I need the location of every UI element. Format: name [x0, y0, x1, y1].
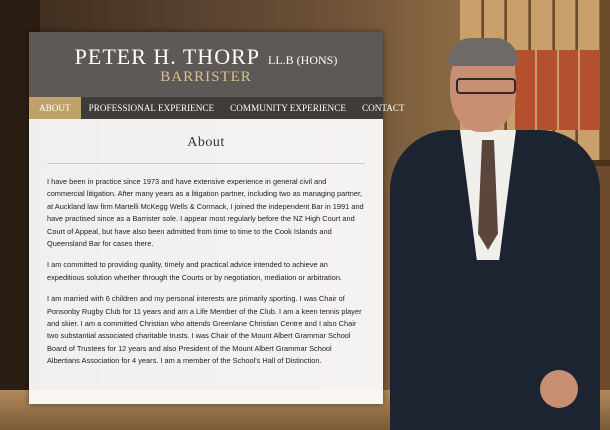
- about-paragraph-practice: I have been in practice since 1973 and h…: [47, 177, 364, 249]
- about-paragraph-commitment: I am committed to providing quality, tim…: [47, 260, 342, 282]
- nav-item-contact[interactable]: CONTACT: [354, 97, 413, 119]
- person-glasses: [456, 78, 516, 94]
- site-title-row: PETER H. THORP LL.B (HONS): [29, 32, 383, 70]
- main-nav: ABOUT PROFESSIONAL EXPERIENCE COMMUNITY …: [29, 97, 405, 119]
- content-panel: PETER H. THORP LL.B (HONS) BARRISTER ABO…: [29, 32, 405, 404]
- site-credentials: LL.B (HONS): [268, 53, 338, 67]
- person-hand: [540, 370, 578, 408]
- site-name[interactable]: PETER H. THORP: [75, 44, 260, 69]
- person-hair: [448, 38, 518, 66]
- nav-item-about[interactable]: ABOUT: [29, 97, 81, 119]
- heading-divider: [47, 163, 365, 164]
- barrister-photo: [390, 30, 610, 430]
- page-title: About: [187, 135, 225, 150]
- nav-item-professional-experience[interactable]: PROFESSIONAL EXPERIENCE: [81, 97, 223, 119]
- site-header: PETER H. THORP LL.B (HONS) BARRISTER: [29, 32, 383, 97]
- site-role: BARRISTER: [160, 69, 252, 85]
- nav-item-community-experience[interactable]: COMMUNITY EXPERIENCE: [222, 97, 354, 119]
- about-paragraph-personal: I am married with 6 children and my pers…: [47, 294, 362, 366]
- page-content: About I have been in practice since 1973…: [29, 135, 383, 368]
